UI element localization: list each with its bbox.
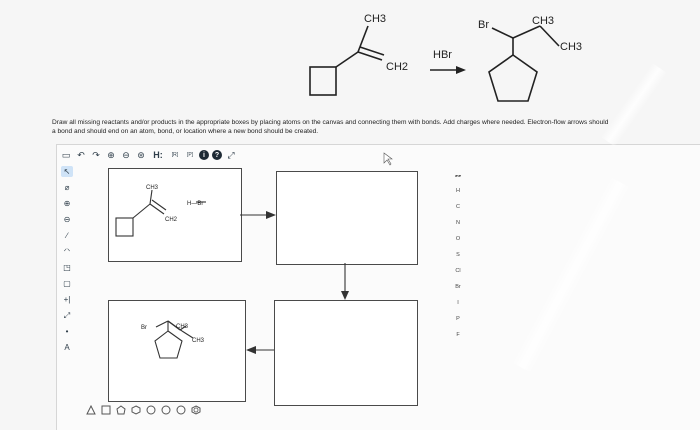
box4-ch3-top-label: CH3 [176,324,189,330]
hexagon-shape-icon[interactable] [131,405,141,415]
octagon-shape-icon[interactable] [161,405,171,415]
box4-cyclopentane [154,330,183,359]
pentagon-shape-icon[interactable] [116,405,126,415]
square-shape-icon[interactable] [101,405,111,415]
heptagon-shape-icon[interactable] [146,405,156,415]
box1-hbr-label: H—Br [187,201,203,207]
arrow-head-right [266,211,276,219]
arrow-head-down [341,291,349,300]
mouse-cursor-icon [383,152,393,166]
bottom-toolbar [86,405,201,415]
benzene-shape-icon[interactable] [191,405,201,415]
box4-ch3-right-label: CH3 [192,338,205,344]
arrow-head-left [246,346,256,354]
triangle-shape-icon[interactable] [86,405,96,415]
box4-br-label: Br [141,325,147,331]
ring-shape-icon[interactable] [176,405,186,415]
box1-ch2-label: CH2 [165,217,178,223]
box1-ch3-label: CH3 [146,185,159,191]
box1-cyclobutane [115,217,134,237]
